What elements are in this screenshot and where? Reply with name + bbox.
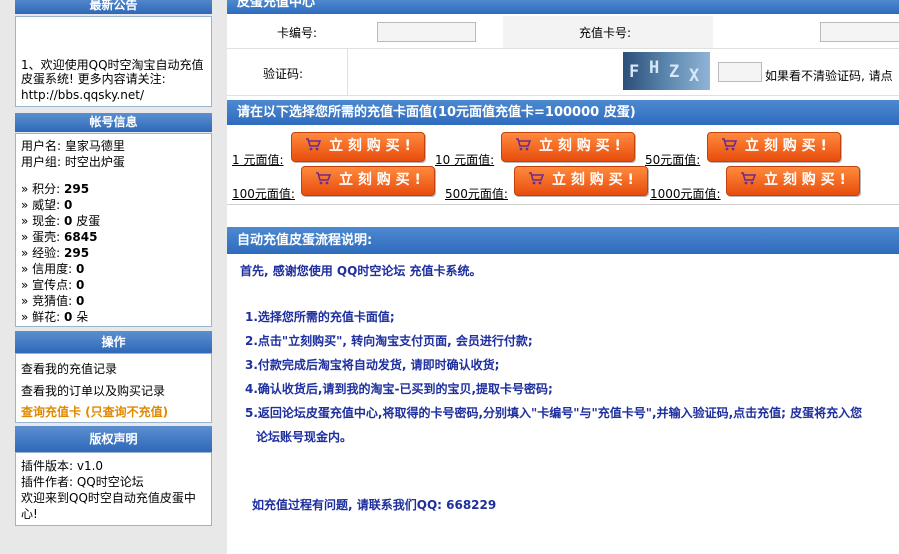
denom-500: 500元面值: <box>445 187 508 201</box>
buy-button-10[interactable]: 立 刻 购 买 ! <box>501 132 635 162</box>
step-2: 2.点击"立刻购买", 转向淘宝支付页面, 会员进行付款; <box>245 334 533 348</box>
cart-icon <box>528 168 545 185</box>
card-pwd-input[interactable] <box>820 22 899 42</box>
stat-item: » 鲜花: 0 朵 <box>21 310 89 324</box>
stat-item: » 现金: 0 皮蛋 <box>21 214 101 228</box>
step-5-cont: 论坛账号现金内。 <box>256 430 353 444</box>
username: 用户名: 皇家马德里 <box>21 139 125 153</box>
main-panel: 皮蛋充值中心 卡编号: 充值卡号: 验证码: F H Z X 如果看不清验证码,… <box>227 0 899 554</box>
welcome-line-2: 心! <box>21 507 38 521</box>
captcha-label: 验证码: <box>263 67 304 81</box>
buy-button-50[interactable]: 立 刻 购 买 ! <box>707 132 841 162</box>
captcha-input[interactable] <box>718 62 762 82</box>
card-no-label: 卡编号: <box>277 26 318 40</box>
view-orders-link[interactable]: 查看我的订单以及购买记录 <box>21 382 165 399</box>
ops-header: 操作 <box>15 331 212 353</box>
notice-link[interactable]: http://bbs.qqsky.net/ <box>21 87 144 103</box>
cart-icon <box>740 168 757 185</box>
notice-box: 1、欢迎使用QQ时空淘宝自动充值 皮蛋系统! 更多内容请关注: http://b… <box>15 16 212 107</box>
denom-100: 100元面值: <box>232 187 295 201</box>
denom-1: 1 元面值: <box>232 153 284 167</box>
card-pwd-label: 充值卡号: <box>579 26 632 40</box>
cart-icon <box>721 134 738 151</box>
step-1: 1.选择您所需的充值卡面值; <box>245 310 395 324</box>
plugin-author: 插件作者: QQ时空论坛 <box>21 475 144 489</box>
buy-button-500[interactable]: 立 刻 购 买 ! <box>514 166 648 196</box>
notice-line-2: 皮蛋系统! 更多内容请关注: <box>21 72 166 86</box>
stat-item: » 积分: 295 <box>21 182 90 196</box>
divider <box>347 49 348 95</box>
denom-50: 50元面值: <box>645 153 701 167</box>
sidebar: 最新公告 1、欢迎使用QQ时空淘宝自动充值 皮蛋系统! 更多内容请关注: htt… <box>15 0 212 554</box>
card-no-input[interactable] <box>377 22 476 42</box>
cart-icon <box>305 134 322 151</box>
stat-item: » 竞猜值: 0 <box>21 294 85 308</box>
welcome-line-1: 欢迎来到QQ时空自动充值皮蛋中 <box>21 491 196 505</box>
cart-icon <box>315 168 332 185</box>
top-title: 皮蛋充值中心 <box>227 0 899 14</box>
step-3: 3.付款完成后淘宝将自动发货, 请即时确认收货; <box>245 358 500 372</box>
account-header: 帐号信息 <box>15 113 212 132</box>
notice-header: 最新公告 <box>15 0 212 14</box>
buy-button-1[interactable]: 立 刻 购 买 ! <box>291 132 425 162</box>
stat-item: » 宣传点: 0 <box>21 278 85 292</box>
copyright-header: 版权声明 <box>15 426 212 452</box>
buy-button-1000[interactable]: 立 刻 购 买 ! <box>726 166 860 196</box>
intro-text: 首先, 感谢您使用 QQ时空论坛 充值卡系统。 <box>240 264 482 278</box>
query-card-link[interactable]: 查询充值卡 (只查询不充值) <box>21 403 168 420</box>
buy-button-100[interactable]: 立 刻 购 买 ! <box>301 166 435 196</box>
cart-icon <box>515 134 532 151</box>
stat-item: » 信用度: 0 <box>21 262 85 276</box>
card-row: 卡编号: 充值卡号: <box>227 16 899 49</box>
captcha-image[interactable]: F H Z X <box>623 52 710 90</box>
step-5: 5.返回论坛皮蛋充值中心,将取得的卡号密码,分别填入"卡编号"与"充值卡号",并… <box>245 406 863 420</box>
select-title: 请在以下选择您所需的充值卡面值(10元面值充值卡=100000 皮蛋) <box>227 100 899 125</box>
account-box: 用户名: 皇家马德里 用户组: 时空出炉蛋 » 积分: 295 » 威望: 0 » … <box>15 133 212 327</box>
denom-1000: 1000元面值: <box>650 187 721 201</box>
denom-10: 10 元面值: <box>435 153 495 167</box>
stat-item: » 经验: 295 <box>21 246 90 260</box>
flow-title: 自动充值皮蛋流程说明: <box>227 227 899 254</box>
step-4: 4.确认收货后,请到我的淘宝-已买到的宝贝,提取卡号密码; <box>245 382 553 396</box>
view-recharge-records-link[interactable]: 查看我的充值记录 <box>21 360 117 377</box>
contact-text: 如充值过程有问题, 请联系我们QQ: 668229 <box>252 498 497 512</box>
stat-item: » 蛋壳: 6845 <box>21 230 98 244</box>
ops-box: 查看我的充值记录 查看我的订单以及购买记录 查询充值卡 (只查询不充值) <box>15 353 212 423</box>
captcha-hint[interactable]: 如果看不清验证码, 请点 <box>765 67 893 84</box>
stat-item: » 威望: 0 <box>21 198 73 212</box>
user-group: 用户组: 时空出炉蛋 <box>21 155 125 169</box>
plugin-version: 插件版本: v1.0 <box>21 459 104 473</box>
copyright-box: 插件版本: v1.0 插件作者: QQ时空论坛 欢迎来到QQ时空自动充值皮蛋中 … <box>15 452 212 526</box>
